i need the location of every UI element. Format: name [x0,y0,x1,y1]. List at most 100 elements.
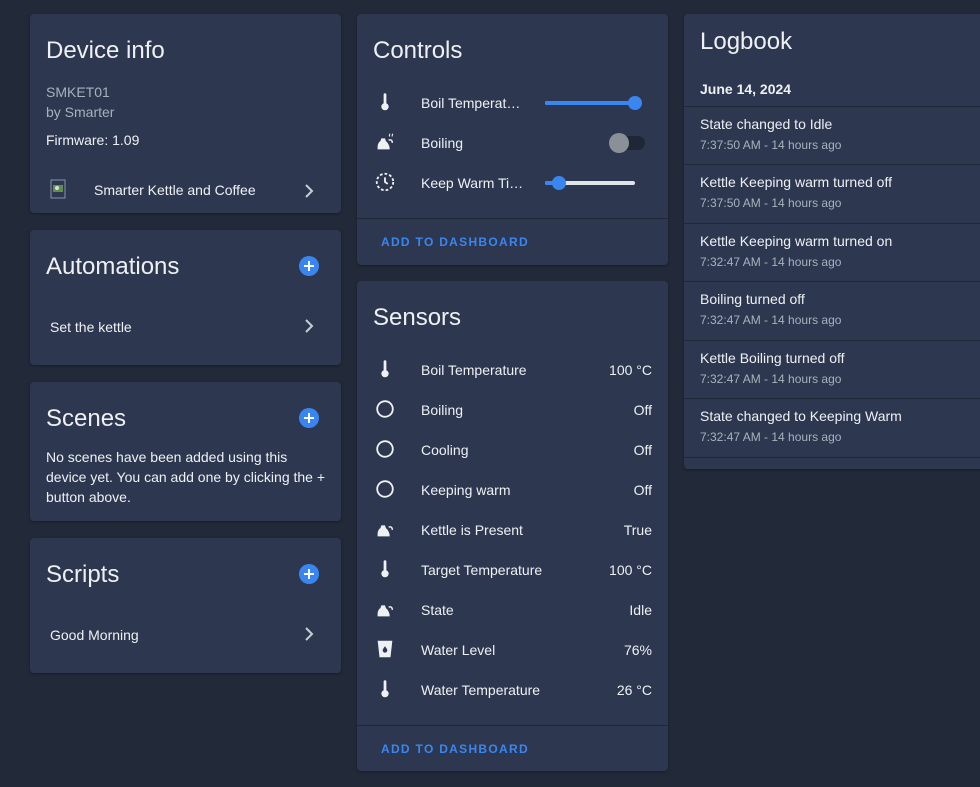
sensor-value: 100 °C [609,362,652,378]
keep-warm-time-slider[interactable] [545,176,635,190]
control-row-boiling[interactable]: Boiling [357,126,668,158]
thermometer-icon [373,90,397,114]
logbook-card: Logbook June 14, 2024 State changed to I… [684,14,980,469]
sensor-label: Water Temperature [421,682,541,698]
sensor-row[interactable]: Boiling Off [357,393,668,425]
scenes-card: Scenes No scenes have been added using t… [30,382,341,521]
sensor-row[interactable]: Water Level 76% [357,633,668,665]
sensor-value: True [623,522,652,538]
cup-water-icon [373,637,397,661]
thermometer-icon [373,557,397,581]
thermometer-icon [373,357,397,381]
sensor-value: Idle [629,602,652,618]
automation-item-label: Set the kettle [50,319,132,335]
logbook-entry[interactable]: State changed to Keeping Warm 7:32:47 AM… [684,398,980,457]
sensor-value: 100 °C [609,562,652,578]
sensors-title: Sensors [373,304,462,331]
timer-icon [373,170,397,194]
sensor-value: 76% [623,642,652,658]
device-manufacturer: by Smarter [46,104,115,120]
script-item[interactable]: Good Morning [30,618,341,650]
plus-icon [304,261,314,271]
add-script-button[interactable] [299,564,319,584]
sensor-label: State [421,602,454,618]
circle-outline-icon [373,437,397,461]
sensor-value: Off [633,402,652,418]
automations-title: Automations [46,253,180,280]
sensor-label: Keeping warm [421,482,511,498]
device-info-title: Device info [46,37,165,64]
sensor-row[interactable]: Cooling Off [357,433,668,465]
control-label: Keep Warm Ti… [421,175,524,191]
circle-outline-icon [373,477,397,501]
sensor-value: 26 °C [616,682,652,698]
divider [357,218,668,219]
plus-icon [304,413,314,423]
chevron-right-icon [305,319,314,333]
sensor-label: Water Level [421,642,496,658]
circle-outline-icon [373,397,397,421]
logbook-entry-time: 7:32:47 AM - 14 hours ago [700,313,842,327]
logbook-entry-text: State changed to Keeping Warm [700,408,902,424]
logbook-entry-text: Kettle Keeping warm turned off [700,174,892,190]
chevron-right-icon [305,184,314,198]
logbook-entry-text: Kettle Boiling turned off [700,350,845,366]
add-to-dashboard-button[interactable]: ADD TO DASHBOARD [381,235,529,249]
kettle-icon [373,517,397,541]
script-item-label: Good Morning [50,627,139,643]
device-firmware: Firmware: 1.09 [46,132,140,148]
integration-link[interactable]: Smarter Kettle and Coffee [30,174,341,208]
scripts-card: Scripts Good Morning [30,538,341,673]
logbook-entry[interactable]: Boiling turned off 7:32:47 AM - 14 hours… [684,281,980,340]
sensor-label: Cooling [421,442,469,458]
sensor-row[interactable]: Water Temperature 26 °C [357,673,668,705]
controls-card: Controls Boil Temperat… Boiling Keep War… [357,14,668,265]
logbook-entry[interactable]: Kettle Keeping warm turned on 7:32:47 AM… [684,223,980,282]
device-model: SMKET01 [46,84,110,100]
logbook-entry-time: 7:37:50 AM - 14 hours ago [700,138,842,152]
scripts-title: Scripts [46,561,120,588]
sensors-card: Sensors Boil Temperature 100 °C Boiling … [357,281,668,771]
logbook-entry-text: Boiling turned off [700,291,805,307]
automation-item[interactable]: Set the kettle [30,310,341,342]
sensor-label: Boiling [421,402,464,418]
logbook-entry-time: 7:32:47 AM - 14 hours ago [700,372,842,386]
scenes-title: Scenes [46,405,127,432]
sensor-row[interactable]: Keeping warm Off [357,473,668,505]
sensor-row[interactable]: Kettle is Present True [357,513,668,545]
kettle-steam-icon [373,130,397,154]
device-info-card: Device info SMKET01 by Smarter Firmware:… [30,14,341,213]
logbook-entry-text: Kettle Keeping warm turned on [700,233,893,249]
logbook-entry[interactable]: Kettle Keeping warm turned off 7:37:50 A… [684,164,980,223]
boiling-toggle[interactable] [609,133,645,153]
sensor-row[interactable]: State Idle [357,593,668,625]
sensor-label: Target Temperature [421,562,543,578]
kettle-icon [373,597,397,621]
control-row-boil-temperature[interactable]: Boil Temperat… [357,86,668,118]
chevron-right-icon [305,627,314,641]
sensor-value: Off [633,482,652,498]
control-row-keep-warm-time[interactable]: Keep Warm Ti… [357,166,668,198]
logbook-entry-time: 7:32:47 AM - 14 hours ago [700,255,842,269]
automations-card: Automations Set the kettle [30,230,341,365]
logbook-entry[interactable]: State changed to Idle 7:37:50 AM - 14 ho… [684,106,980,165]
add-scene-button[interactable] [299,408,319,428]
add-to-dashboard-button[interactable]: ADD TO DASHBOARD [381,742,529,756]
integration-logo-icon [50,179,68,201]
plus-icon [304,569,314,579]
logbook-title: Logbook [700,28,793,55]
logbook-entry-text: State changed to Idle [700,116,833,132]
divider [357,725,668,726]
sensor-label: Boil Temperature [421,362,527,378]
sensor-value: Off [633,442,652,458]
sensor-row[interactable]: Boil Temperature 100 °C [357,353,668,385]
logbook-date: June 14, 2024 [700,81,792,97]
add-automation-button[interactable] [299,256,319,276]
scenes-empty-text: No scenes have been added using this dev… [46,449,326,505]
logbook-entry[interactable]: Kettle Boiling turned off 7:32:47 AM - 1… [684,340,980,399]
sensor-row[interactable]: Target Temperature 100 °C [357,553,668,585]
control-label: Boiling [421,135,464,151]
integration-label: Smarter Kettle and Coffee [94,182,256,198]
boil-temperature-slider[interactable] [545,96,642,110]
controls-title: Controls [373,37,463,64]
